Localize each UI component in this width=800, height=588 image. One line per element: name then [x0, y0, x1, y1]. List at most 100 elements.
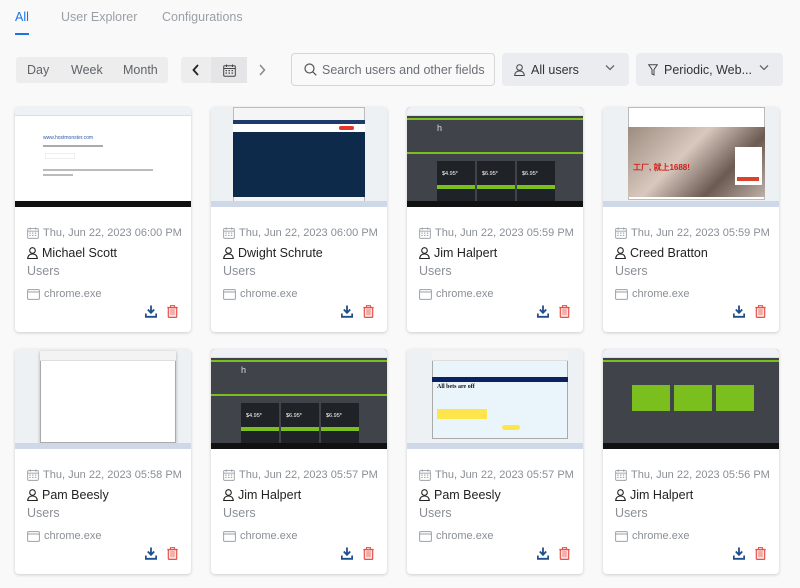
user-name[interactable]: Pam Beesly [42, 488, 109, 502]
user-icon [419, 489, 430, 501]
trash-icon [167, 305, 178, 318]
screenshot-card[interactable]: Thu, Jun 22, 2023 05:58 PM Pam Beesly Us… [15, 349, 191, 574]
capture-timestamp: Thu, Jun 22, 2023 05:59 PM [631, 227, 770, 239]
capture-timestamp-row: Thu, Jun 22, 2023 05:57 PM [419, 469, 574, 481]
user-name[interactable]: Michael Scott [42, 246, 117, 260]
delete-button[interactable] [167, 547, 181, 561]
user-row: Michael Scott [27, 246, 117, 260]
screenshot-card[interactable]: 工厂, 就上1688! Thu, Jun 22, 2023 05:59 PM C… [603, 107, 779, 332]
tab-all[interactable]: All [15, 10, 29, 24]
application-row: chrome.exe [615, 530, 689, 542]
user-name[interactable]: Jim Halpert [238, 488, 301, 502]
time-range-selector: Day Week Month [16, 57, 168, 83]
delete-button[interactable] [559, 305, 573, 319]
users-dropdown-value: All users [531, 62, 579, 77]
screenshot-thumbnail-dark-blue-page[interactable] [211, 107, 387, 207]
tab-user-explorer[interactable]: User Explorer [61, 10, 137, 24]
download-button[interactable] [536, 547, 551, 561]
user-row: Jim Halpert [615, 488, 693, 502]
screenshot-card[interactable]: www.hostmonster.com Thu, Jun 22, 2023 06… [15, 107, 191, 332]
tab-configurations[interactable]: Configurations [162, 10, 243, 24]
user-name[interactable]: Jim Halpert [434, 246, 497, 260]
screenshot-thumbnail-hostmonster-check[interactable]: www.hostmonster.com [15, 107, 191, 207]
trash-icon [755, 305, 766, 318]
capture-timestamp: Thu, Jun 22, 2023 05:56 PM [631, 469, 770, 481]
capture-timestamp: Thu, Jun 22, 2023 05:58 PM [43, 469, 182, 481]
active-tab-indicator [15, 33, 29, 35]
download-button[interactable] [732, 305, 747, 319]
user-icon [615, 247, 626, 259]
user-name[interactable]: Jim Halpert [630, 488, 693, 502]
screenshot-card[interactable]: Thu, Jun 22, 2023 05:56 PM Jim Halpert U… [603, 349, 779, 574]
search-box[interactable] [291, 53, 495, 86]
screenshot-card[interactable]: Thu, Jun 22, 2023 06:00 PM Dwight Schrut… [211, 107, 387, 332]
user-group: Users [615, 506, 648, 520]
user-icon [615, 489, 626, 501]
user-group: Users [615, 264, 648, 278]
capture-timestamp-row: Thu, Jun 22, 2023 06:00 PM [27, 227, 182, 239]
search-input[interactable] [322, 62, 492, 77]
screenshot-card[interactable]: h $4.95* $6.95* $6.95* Thu, Jun 22, 2023… [407, 107, 583, 332]
user-icon [514, 63, 525, 76]
trash-icon [363, 305, 374, 318]
user-group: Users [223, 264, 256, 278]
user-row: Jim Halpert [223, 488, 301, 502]
delete-button[interactable] [363, 547, 377, 561]
capture-timestamp: Thu, Jun 22, 2023 05:57 PM [435, 469, 574, 481]
delete-button[interactable] [755, 305, 769, 319]
application-name: chrome.exe [240, 288, 298, 300]
screenshot-card[interactable]: h $4.95* $6.95* $6.95* Thu, Jun 22, 2023… [211, 349, 387, 574]
delete-button[interactable] [167, 305, 181, 319]
download-button[interactable] [536, 305, 551, 319]
user-icon [419, 247, 430, 259]
capture-timestamp: Thu, Jun 22, 2023 05:57 PM [239, 469, 378, 481]
application-name: chrome.exe [632, 530, 690, 542]
user-row: Dwight Schrute [223, 246, 323, 260]
user-name[interactable]: Creed Bratton [630, 246, 708, 260]
user-row: Pam Beesly [27, 488, 109, 502]
download-button[interactable] [340, 547, 355, 561]
calendar-icon [223, 227, 235, 239]
trash-icon [559, 305, 570, 318]
user-icon [27, 489, 38, 501]
screenshot-thumbnail-hostmonster-plans[interactable]: h $4.95* $6.95* $6.95* [407, 107, 583, 207]
screenshot-thumbnail-photo-page[interactable]: 工厂, 就上1688! [603, 107, 779, 207]
screenshot-thumbnail-all-bets-off[interactable]: All bets are off [407, 349, 583, 449]
screenshot-thumbnail-blank-window[interactable] [15, 349, 191, 449]
application-name: chrome.exe [240, 530, 298, 542]
delete-button[interactable] [559, 547, 573, 561]
trash-icon [559, 547, 570, 560]
delete-button[interactable] [755, 547, 769, 561]
download-button[interactable] [144, 547, 159, 561]
window-icon [27, 288, 40, 300]
prev-period-button[interactable] [181, 57, 211, 83]
next-period-button[interactable] [247, 57, 277, 83]
calendar-icon [419, 469, 431, 481]
application-row: chrome.exe [615, 288, 689, 300]
calendar-button[interactable] [211, 57, 247, 83]
range-week-button[interactable]: Week [71, 63, 103, 77]
download-icon [340, 547, 354, 560]
download-button[interactable] [340, 305, 355, 319]
user-icon [223, 247, 234, 259]
screenshot-card[interactable]: All bets are off Thu, Jun 22, 2023 05:57… [407, 349, 583, 574]
event-type-filter-dropdown[interactable]: Periodic, Web... [636, 53, 783, 86]
user-group: Users [27, 264, 60, 278]
range-day-button[interactable]: Day [27, 63, 49, 77]
filter-dropdown-value: Periodic, Web... [664, 62, 753, 77]
application-row: chrome.exe [27, 288, 101, 300]
download-button[interactable] [732, 547, 747, 561]
screenshot-thumbnail-hostmonster-features[interactable] [603, 349, 779, 449]
trash-icon [755, 547, 766, 560]
user-icon [27, 247, 38, 259]
download-button[interactable] [144, 305, 159, 319]
range-month-button[interactable]: Month [123, 63, 158, 77]
application-row: chrome.exe [223, 530, 297, 542]
capture-timestamp-row: Thu, Jun 22, 2023 05:59 PM [419, 227, 574, 239]
user-name[interactable]: Pam Beesly [434, 488, 501, 502]
delete-button[interactable] [363, 305, 377, 319]
user-name[interactable]: Dwight Schrute [238, 246, 323, 260]
capture-timestamp-row: Thu, Jun 22, 2023 05:57 PM [223, 469, 378, 481]
users-dropdown[interactable]: All users [502, 53, 629, 86]
screenshot-thumbnail-hostmonster-plans[interactable]: h $4.95* $6.95* $6.95* [211, 349, 387, 449]
